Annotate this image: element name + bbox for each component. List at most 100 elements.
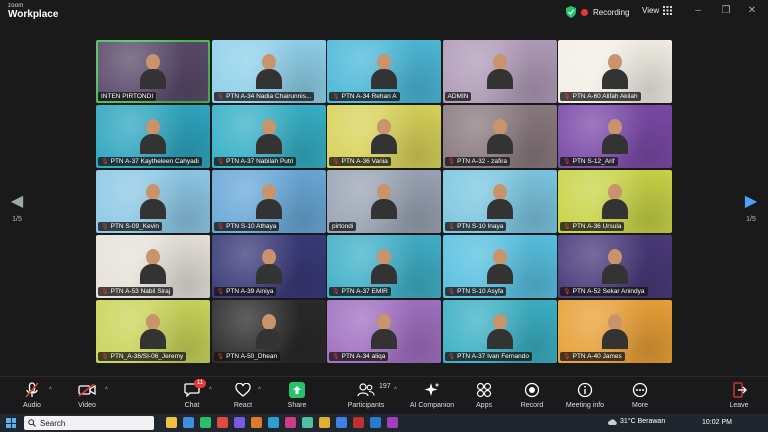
participant-name: PTN S-12_Arif <box>572 158 615 165</box>
participant-tile[interactable]: pirtondi <box>327 170 441 233</box>
record-button[interactable]: Record <box>504 381 560 409</box>
participant-name: PTN A-32 - zafira <box>457 158 507 165</box>
taskbar-app-icon[interactable] <box>200 417 211 428</box>
participant-tile[interactable]: 🎙 PTN A-34 Nadia Chairunnis... <box>211 40 326 103</box>
participant-tile[interactable]: 🎙 PTN A-34 Rehan A <box>327 40 441 103</box>
view-button[interactable]: View <box>642 6 673 15</box>
taskbar-app-icon[interactable] <box>353 417 364 428</box>
participant-tile[interactable]: 🎙 PTN A-39 Ainiya <box>211 235 326 298</box>
taskbar-app-icon[interactable] <box>387 417 398 428</box>
record-label: Record <box>520 402 544 409</box>
participant-tile[interactable]: 🎙 PTN A-37 Nabilah Putri <box>211 105 326 168</box>
participant-tile[interactable]: 🎙 PTN A-60 Alifah Akilah <box>558 40 672 103</box>
mic-muted-icon: 🎙 <box>447 159 456 165</box>
taskbar-clock[interactable]: 10:02 PM <box>702 419 732 426</box>
participant-name-tag: INTEN PIRTONDI <box>98 92 157 101</box>
participant-avatar <box>371 249 397 284</box>
participant-tile[interactable]: INTEN PIRTONDI <box>96 40 210 103</box>
taskbar-app-icon[interactable] <box>285 417 296 428</box>
mic-muted-icon: 🎙 <box>101 354 109 360</box>
mic-muted-icon: 🎙 <box>216 289 225 295</box>
video-caret-icon[interactable]: ^ <box>105 387 108 393</box>
windows-start-icon[interactable] <box>6 418 16 428</box>
participant-name-tag: ADMIN <box>444 92 472 101</box>
participant-tile[interactable]: 🎙 PTN A-50_Dhean <box>211 300 326 363</box>
chat-caret-icon[interactable]: ^ <box>209 387 212 393</box>
participant-name: pirtondi <box>332 223 354 230</box>
mic-muted-icon: 🎙 <box>332 159 340 165</box>
participant-tile[interactable]: 🎙 PTN S-10 Inaya <box>442 170 557 233</box>
page-indicator-right: 1/5 <box>746 216 756 223</box>
participant-avatar <box>602 184 628 219</box>
chevron-left-icon[interactable]: ◀ <box>7 194 27 210</box>
participant-tile[interactable]: 🎙 PTN A-37 Ivan Fernando <box>442 300 557 363</box>
minimize-icon[interactable]: – <box>690 5 706 16</box>
participant-tile[interactable]: 🎙 PTN A-52 Sekar Anindya <box>558 235 672 298</box>
more-label: More <box>632 402 648 409</box>
share-button[interactable]: Share <box>269 381 325 409</box>
more-button[interactable]: More <box>612 381 668 409</box>
participant-tile[interactable]: ADMIN <box>442 40 557 103</box>
mic-muted-icon: 🎙 <box>216 354 225 360</box>
participant-tile[interactable]: 🎙 PTN A-37 EMIR <box>327 235 441 298</box>
audio-caret-icon[interactable]: ^ <box>49 387 52 393</box>
participant-tile[interactable]: 🎙 PTN A-40 James <box>558 300 672 363</box>
taskbar-app-icon[interactable] <box>166 417 177 428</box>
maximize-icon[interactable]: ❐ <box>718 5 734 16</box>
participants-button[interactable]: 197 Participants <box>338 381 394 409</box>
taskbar-app-icon[interactable] <box>319 417 330 428</box>
participant-tile[interactable]: 🎙 PTN A-32 - zafira <box>442 105 557 168</box>
prev-page-nav[interactable]: ◀ 1/5 <box>7 194 27 224</box>
taskbar-app-icon[interactable] <box>268 417 279 428</box>
participant-tile[interactable]: 🎙 PTN S-12_Arif <box>558 105 672 168</box>
participant-tile[interactable]: 🎙 PTN S-09_Kevin <box>96 170 210 233</box>
participant-tile[interactable]: 🎙 PTN A-36 Ursula <box>558 170 672 233</box>
participant-tile[interactable]: 🎙 PTN A-34 aliqa <box>327 300 441 363</box>
leave-button[interactable]: Leave <box>711 381 767 409</box>
participant-tile[interactable]: 🎙 PTN S-10 Athaya <box>211 170 326 233</box>
participant-name-tag: 🎙 PTN A-37 Nabilah Putri <box>213 157 297 166</box>
chevron-right-icon[interactable]: ▶ <box>741 194 761 210</box>
participant-name-tag: 🎙 PTN A-50_Dhean <box>213 352 281 361</box>
taskbar-app-icon[interactable] <box>217 417 228 428</box>
participant-tile[interactable]: 🎙 PTN_A-36/SI-06_Jeremy <box>96 300 210 363</box>
participant-name: PTN_A-36/SI-06_Jeremy <box>110 353 184 360</box>
taskbar-app-icon[interactable] <box>183 417 194 428</box>
taskbar-app-icon[interactable] <box>234 417 245 428</box>
chat-label: Chat <box>184 402 200 409</box>
taskbar-app-icon[interactable] <box>370 417 381 428</box>
participants-caret-icon[interactable]: ^ <box>394 387 397 393</box>
participant-tile[interactable]: 🎙 PTN S-10 Asyfa <box>442 235 557 298</box>
participant-tile[interactable]: 🎙 PTN A-37 Kaytheleen Cahyadi <box>96 105 210 168</box>
audio-label: Audio <box>23 402 41 409</box>
participant-name-tag: 🎙 PTN A-34 Nadia Chairunnis... <box>213 92 315 101</box>
participant-name: PTN A-36 Ursula <box>572 223 622 230</box>
heart-icon <box>235 383 251 397</box>
audio-button[interactable]: Audio <box>4 381 60 409</box>
mic-muted-icon: 🎙 <box>563 94 571 100</box>
participant-name-tag: 🎙 PTN A-32 - zafira <box>444 157 510 166</box>
participant-name: PTN A-34 aliqa <box>341 353 386 360</box>
taskbar-search[interactable]: Search <box>24 416 154 430</box>
recording-indicator[interactable]: Recording <box>566 6 629 18</box>
participant-name-tag: 🎙 PTN S-09_Kevin <box>98 222 163 231</box>
next-page-nav[interactable]: ▶ 1/5 <box>741 194 761 224</box>
chat-button[interactable]: 11 Chat <box>164 379 220 409</box>
participant-avatar <box>486 249 513 284</box>
taskbar-app-icon[interactable] <box>336 417 347 428</box>
participant-avatar <box>255 54 282 89</box>
taskbar-app-icon[interactable] <box>302 417 313 428</box>
ai-companion-button[interactable]: AI Companion <box>404 381 460 409</box>
participant-avatar <box>486 54 513 89</box>
video-button[interactable]: Video <box>59 381 115 409</box>
weather-widget[interactable]: 31°C Berawan <box>608 418 665 425</box>
taskbar-app-icon[interactable] <box>251 417 262 428</box>
close-icon[interactable]: ✕ <box>744 5 760 16</box>
participant-tile[interactable]: 🎙 PTN A-36 Vania <box>327 105 441 168</box>
react-button[interactable]: React <box>215 381 271 409</box>
participant-tile[interactable]: 🎙 PTN A-53 Nabil Siraj <box>96 235 210 298</box>
participant-name: PTN A-39 Ainiya <box>226 288 274 295</box>
meeting-info-button[interactable]: Meeting info <box>557 381 613 409</box>
shield-icon <box>566 6 576 18</box>
react-caret-icon[interactable]: ^ <box>258 387 261 393</box>
